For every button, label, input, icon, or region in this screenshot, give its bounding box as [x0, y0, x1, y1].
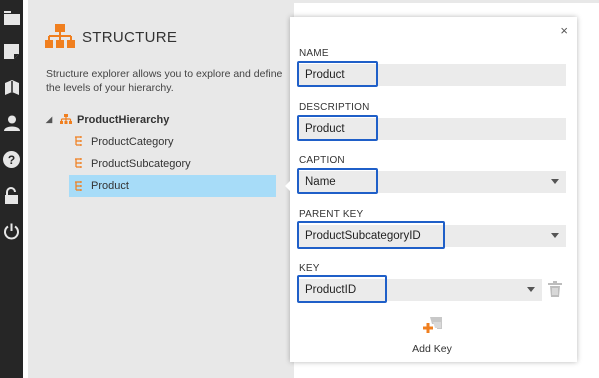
key-value: ProductID: [305, 284, 357, 296]
icon-rail: ?: [0, 0, 23, 378]
description-label: DESCRIPTION: [299, 102, 370, 113]
name-field[interactable]: Product: [299, 64, 566, 86]
key-label: KEY: [299, 263, 320, 274]
svg-text:?: ?: [8, 153, 15, 167]
chevron-down-icon: [527, 287, 535, 292]
close-icon[interactable]: ×: [560, 23, 568, 38]
level-icon: [74, 158, 86, 170]
parent-key-dropdown[interactable]: ProductSubcategoryID: [299, 225, 566, 247]
structure-description: Structure explorer allows you to explore…: [46, 68, 283, 94]
caption-value: Name: [305, 176, 336, 188]
description-value: Product: [305, 123, 345, 135]
notes-icon[interactable]: [0, 39, 23, 63]
level-editor-popover: × NAME Product DESCRIPTION Product CAPTI…: [290, 17, 577, 362]
help-icon[interactable]: ?: [0, 147, 23, 171]
chevron-down-icon: [551, 179, 559, 184]
tree-item-productsubcategory[interactable]: ProductSubcategory: [74, 153, 191, 174]
add-key-icon: [421, 317, 443, 340]
structure-panel: STRUCTURE Structure explorer allows you …: [28, 0, 294, 378]
key-dropdown[interactable]: ProductID: [299, 279, 542, 301]
level-icon: [74, 180, 86, 192]
parent-key-value: ProductSubcategoryID: [305, 230, 421, 242]
tree-root-label: ProductHierarchy: [77, 113, 170, 126]
description-field[interactable]: Product: [299, 118, 566, 140]
level-icon: [74, 136, 86, 148]
tree-item-label: Product: [91, 180, 129, 192]
trash-icon[interactable]: [548, 281, 562, 297]
add-key-label: Add Key: [412, 343, 452, 355]
chevron-down-icon: [551, 233, 559, 238]
hierarchy-logo-icon: [45, 24, 75, 50]
parent-key-label: PARENT KEY: [299, 209, 364, 220]
user-icon[interactable]: [0, 111, 23, 135]
tree-item-product-selected[interactable]: Product: [69, 175, 276, 197]
tree-item-root[interactable]: ◢ ProductHierarchy: [46, 109, 169, 130]
book-icon[interactable]: [0, 75, 23, 99]
structure-title: STRUCTURE: [82, 29, 178, 46]
tree-item-productcategory[interactable]: ProductCategory: [74, 131, 174, 152]
collapse-caret-icon[interactable]: ◢: [46, 115, 56, 124]
name-label: NAME: [299, 48, 329, 59]
hierarchy-icon: [60, 114, 72, 126]
name-value: Product: [305, 69, 345, 81]
caption-label: CAPTION: [299, 155, 345, 166]
top-strip: [294, 0, 599, 3]
dashboard-icon[interactable]: [0, 6, 23, 30]
tree-item-label: ProductCategory: [91, 135, 174, 148]
caption-dropdown[interactable]: Name: [299, 171, 566, 193]
unlock-icon[interactable]: [0, 183, 23, 207]
tree-item-label: ProductSubcategory: [91, 157, 191, 170]
add-key-button[interactable]: Add Key: [402, 316, 462, 355]
power-icon[interactable]: [0, 219, 23, 243]
popover-arrow: [285, 176, 295, 196]
